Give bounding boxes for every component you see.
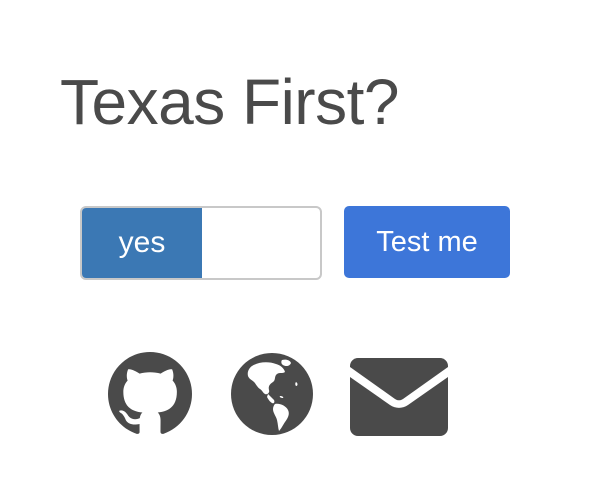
toggle-on-label: yes (82, 208, 202, 278)
globe-icon (231, 353, 313, 435)
website-link[interactable] (230, 352, 314, 436)
yes-toggle[interactable]: yes (80, 206, 322, 280)
mail-icon (350, 358, 448, 436)
test-me-button[interactable]: Test me (344, 206, 510, 278)
page: Texas First? yes Test me (0, 0, 594, 478)
github-icon (108, 352, 192, 434)
github-link[interactable] (108, 352, 192, 436)
email-link[interactable] (350, 358, 448, 436)
page-title: Texas First? (60, 66, 399, 138)
